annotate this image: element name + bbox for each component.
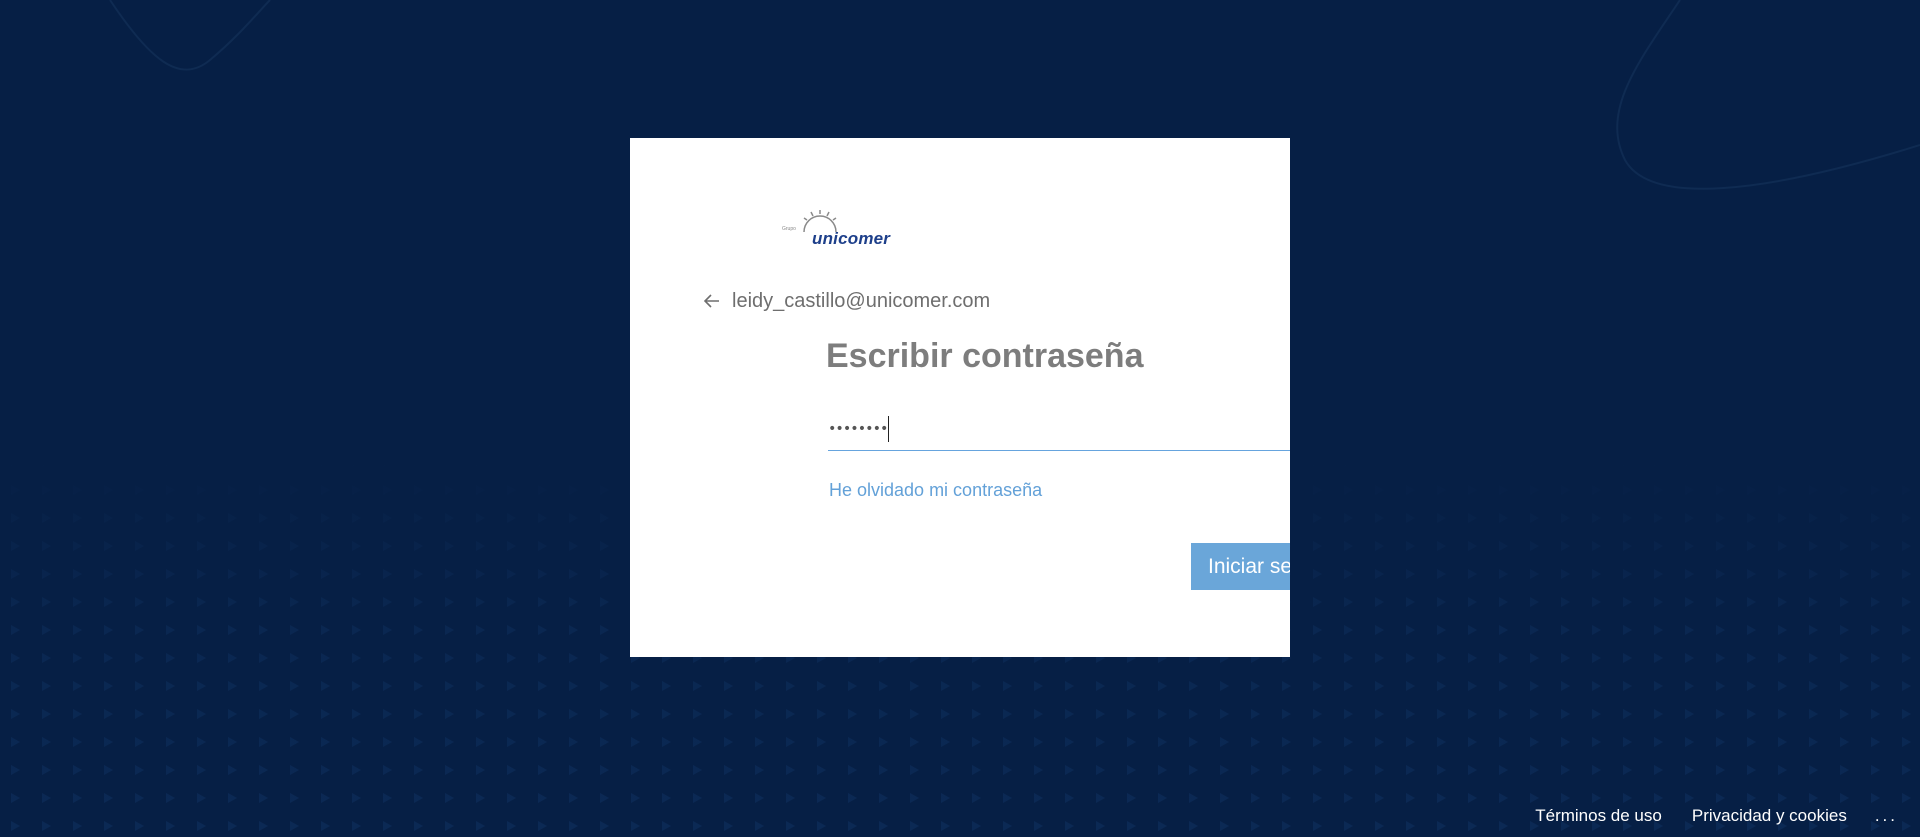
identity-banner[interactable]: leidy_castillo@unicomer.com <box>702 288 990 314</box>
password-masked-value: •••••••• <box>828 421 888 437</box>
terms-link[interactable]: Términos de uso <box>1535 806 1662 826</box>
unicomer-logo: Grupo unicomer <box>780 208 900 248</box>
privacy-link[interactable]: Privacidad y cookies <box>1692 806 1847 826</box>
page-title: Escribir contraseña <box>826 337 1144 375</box>
text-caret <box>888 416 890 442</box>
login-card: Grupo unicomer leidy_castillo@unicomer.c… <box>630 138 1290 657</box>
identity-email: leidy_castillo@unicomer.com <box>732 289 991 312</box>
forgot-password-link[interactable]: He olvidado mi contraseña <box>829 480 1042 501</box>
footer: Términos de uso Privacidad y cookies ... <box>1535 806 1898 826</box>
more-options-icon[interactable]: ... <box>1875 806 1898 826</box>
logo-brand-text: unicomer <box>812 229 891 248</box>
password-input[interactable]: •••••••• <box>828 416 890 442</box>
arrow-left-icon[interactable] <box>702 291 722 311</box>
password-field[interactable]: •••••••• <box>828 406 1290 451</box>
signin-button[interactable]: Iniciar sesión <box>1191 543 1290 590</box>
svg-text:Grupo: Grupo <box>782 226 796 232</box>
